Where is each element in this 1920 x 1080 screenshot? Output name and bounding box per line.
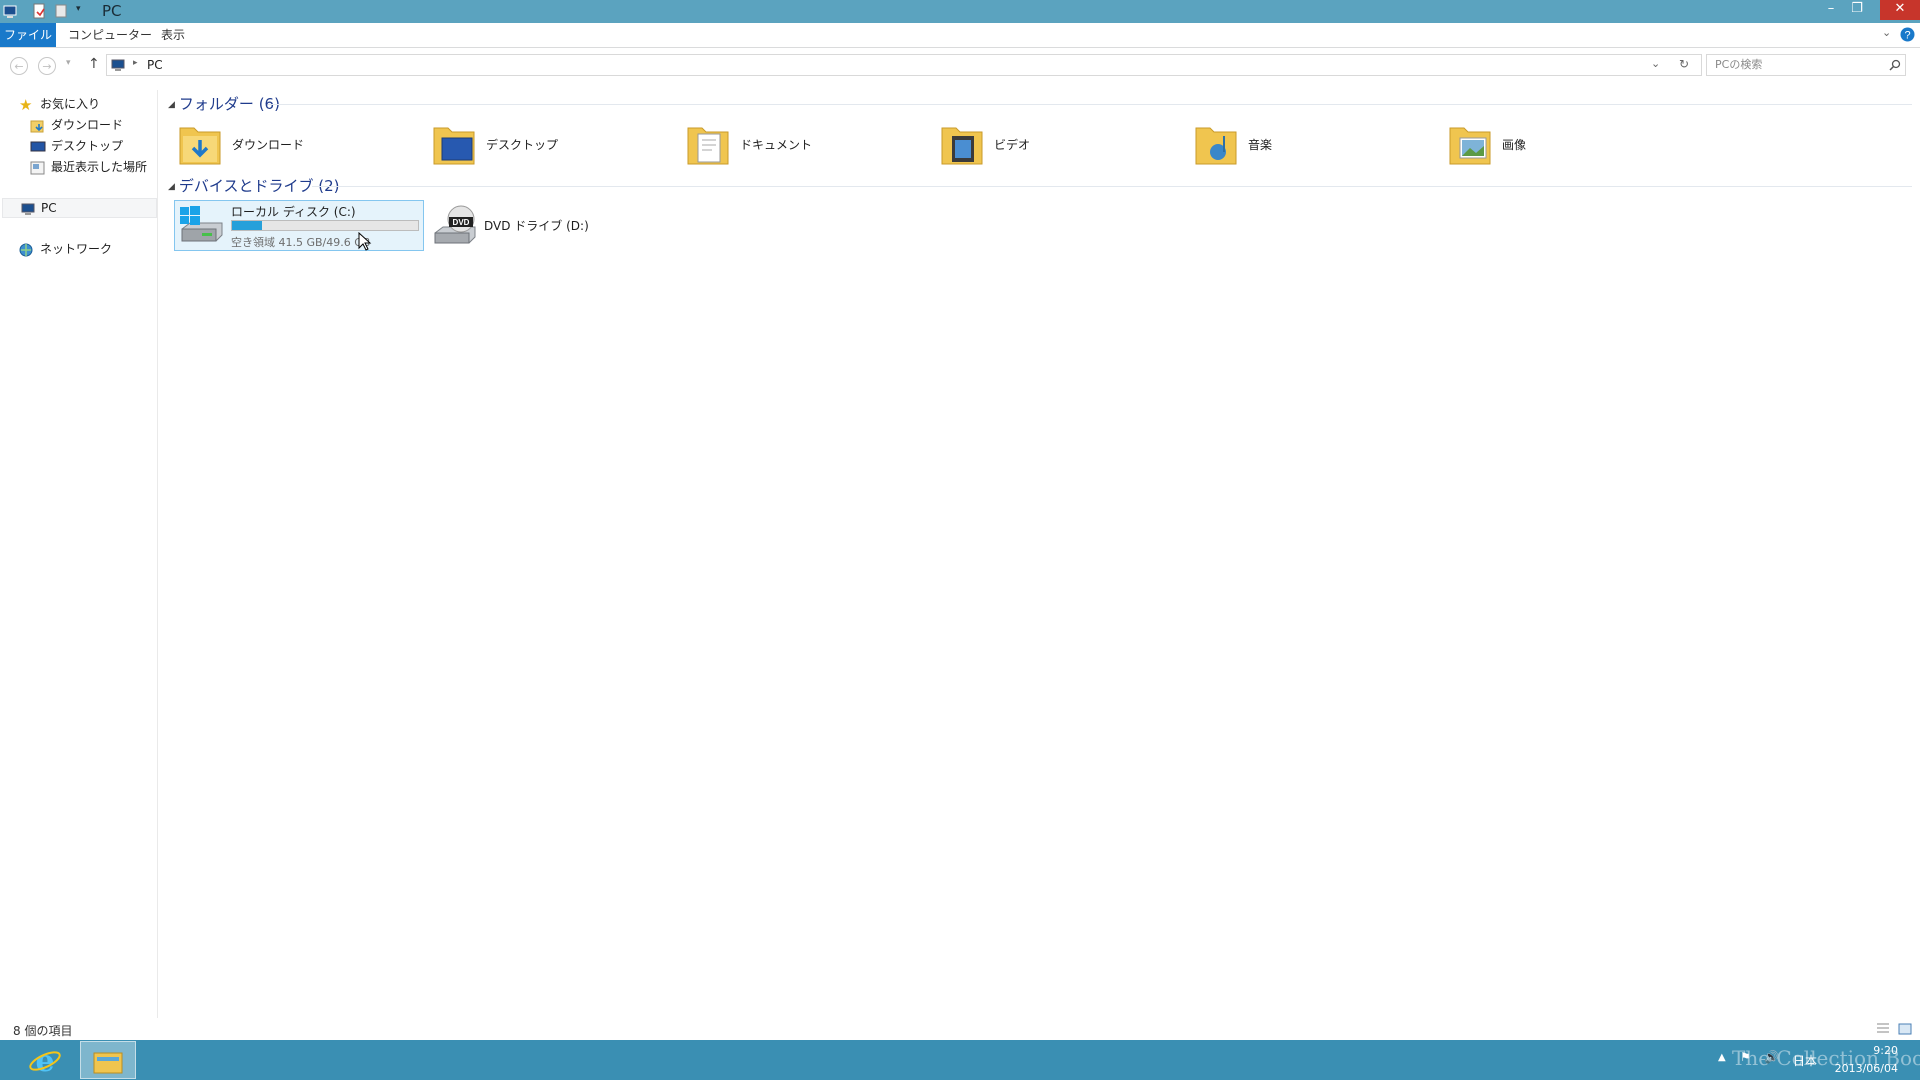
folder-music[interactable]: 音楽 [1194, 118, 1444, 170]
sidebar-item-pc[interactable]: PC [2, 198, 157, 218]
drive-label: ローカル ディスク (C:) [231, 205, 356, 219]
tab-view[interactable]: 表示 [161, 23, 185, 47]
sidebar-item-label: デスクトップ [51, 139, 124, 153]
help-icon[interactable]: ? [1900, 27, 1915, 42]
sidebar-item-label: お気に入り [40, 97, 101, 111]
group-divider [268, 104, 1912, 105]
chevron-down-icon[interactable]: ⌄ [1882, 26, 1891, 39]
pc-icon [111, 59, 125, 71]
recent-places-icon [30, 161, 45, 174]
taskbar-file-explorer[interactable] [80, 1041, 136, 1079]
pictures-folder-icon [1449, 127, 1491, 165]
collapse-icon[interactable]: ◢ [168, 182, 175, 192]
disk-usage-fill [232, 221, 263, 230]
qat-customize-icon[interactable]: ▾ [76, 4, 81, 14]
title-bar: ▾ PC – ❐ ✕ [0, 0, 1920, 23]
properties-icon[interactable] [32, 3, 46, 19]
details-view-icon[interactable] [1876, 1022, 1890, 1036]
tab-file[interactable]: ファイル [0, 23, 56, 47]
folder-label: ダウンロード [232, 138, 305, 152]
group-divider [312, 186, 1912, 187]
tab-computer[interactable]: コンピューター [68, 23, 152, 47]
close-button[interactable]: ✕ [1880, 0, 1920, 20]
drive-label: DVD ドライブ (D:) [484, 219, 589, 233]
sidebar-item-desktop[interactable]: デスクトップ [30, 137, 123, 155]
downloads-folder-icon [179, 127, 221, 165]
sidebar-item-recent-places[interactable]: 最近表示した場所 [30, 158, 147, 176]
drive-c[interactable]: ローカル ディスク (C:) 空き領域 41.5 GB/49.6 GB [174, 200, 424, 251]
svg-text:e: e [35, 1044, 54, 1076]
folder-downloads[interactable]: ダウンロード [178, 118, 428, 170]
taskbar: e The Collection Book ▲ ⚑ 🔊 日本 9:20 2013… [0, 1040, 1920, 1080]
clock-time[interactable]: 9:20 [1852, 1044, 1898, 1057]
back-button[interactable]: ← [10, 57, 28, 75]
folder-pictures[interactable]: 画像 [1448, 118, 1698, 170]
search-input[interactable]: PCの検索 [1706, 54, 1906, 76]
sidebar-item-network[interactable]: ネットワーク [19, 240, 112, 258]
mouse-cursor-icon [358, 232, 372, 251]
status-bar: 8 個の項目 [0, 1018, 1920, 1040]
documents-folder-icon [687, 127, 729, 165]
sidebar-item-downloads[interactable]: ダウンロード [30, 116, 123, 134]
folder-videos[interactable]: ビデオ [940, 118, 1190, 170]
show-hidden-icons-icon[interactable]: ▲ [1718, 1052, 1726, 1063]
hard-drive-icon [180, 206, 223, 242]
navigation-bar: ← → ▾ ↑ ▸ PC ⌄ ↻ PCの検索 [0, 48, 1920, 82]
drive-d[interactable]: DVD DVD ドライブ (D:) [430, 200, 680, 251]
clock-date[interactable]: 2013/06/04 [1834, 1062, 1898, 1075]
window-title: PC [102, 2, 122, 20]
network-icon [19, 243, 33, 256]
internet-explorer-icon[interactable]: e [28, 1044, 62, 1076]
videos-folder-icon [941, 127, 983, 165]
sidebar-item-label: ネットワーク [40, 242, 113, 256]
desktop-folder-icon [433, 127, 475, 165]
restore-button[interactable]: ❐ [1844, 0, 1870, 20]
folder-documents[interactable]: ドキュメント [686, 118, 936, 170]
flag-icon[interactable]: ⚑ [1740, 1050, 1751, 1064]
new-folder-icon[interactable] [54, 3, 68, 19]
svg-text:?: ? [1904, 30, 1910, 42]
folder-label: 画像 [1502, 138, 1527, 152]
search-icon[interactable] [1889, 59, 1901, 71]
folder-label: ビデオ [994, 138, 1031, 152]
group-header-folders[interactable]: ◢ フォルダー (6) [168, 93, 280, 114]
item-count: 8 個の項目 [13, 1024, 73, 1038]
drive-free-space: 空き領域 41.5 GB/49.6 GB [231, 236, 371, 249]
file-explorer-icon [93, 1052, 123, 1074]
collapse-icon[interactable]: ◢ [168, 100, 175, 110]
forward-button[interactable]: → [38, 57, 56, 75]
input-language[interactable]: 日本 [1793, 1052, 1817, 1069]
sidebar-item-label: ダウンロード [51, 118, 124, 132]
large-icons-view-icon[interactable] [1898, 1022, 1912, 1036]
download-folder-icon [30, 120, 44, 132]
folder-label: ドキュメント [740, 138, 813, 152]
disk-usage-bar [231, 220, 419, 231]
volume-icon[interactable]: 🔊 [1764, 1050, 1779, 1064]
recent-locations-icon[interactable]: ▾ [66, 58, 71, 68]
folder-label: デスクトップ [486, 138, 559, 152]
sidebar-item-favorites[interactable]: ★ お気に入り [19, 95, 100, 113]
breadcrumb[interactable]: PC [147, 58, 163, 72]
folder-desktop[interactable]: デスクトップ [432, 118, 682, 170]
address-dropdown-icon[interactable]: ⌄ [1651, 57, 1660, 70]
folder-label: 音楽 [1248, 138, 1273, 152]
navigation-pane: ★ お気に入り ダウンロード デスクトップ 最近表示した場所 PC ネットワーク [0, 90, 158, 1020]
sidebar-item-label: 最近表示した場所 [51, 160, 148, 174]
minimize-button[interactable]: – [1818, 0, 1844, 20]
sidebar-item-label: PC [41, 201, 57, 215]
desktop-icon [30, 141, 46, 151]
up-button[interactable]: ↑ [88, 56, 100, 72]
music-folder-icon [1195, 127, 1237, 165]
address-bar[interactable]: ▸ PC ⌄ ↻ [106, 54, 1702, 76]
pc-icon[interactable] [3, 3, 17, 19]
dvd-drive-icon: DVD [434, 205, 476, 244]
refresh-icon[interactable]: ↻ [1679, 57, 1689, 71]
breadcrumb-separator-icon[interactable]: ▸ [133, 58, 138, 68]
svg-text:DVD: DVD [453, 218, 470, 227]
pc-icon [21, 203, 35, 215]
search-placeholder: PCの検索 [1715, 58, 1763, 71]
star-icon: ★ [19, 95, 33, 114]
ribbon-tabs: ファイル コンピューター 表示 ⌄ ? [0, 23, 1920, 48]
